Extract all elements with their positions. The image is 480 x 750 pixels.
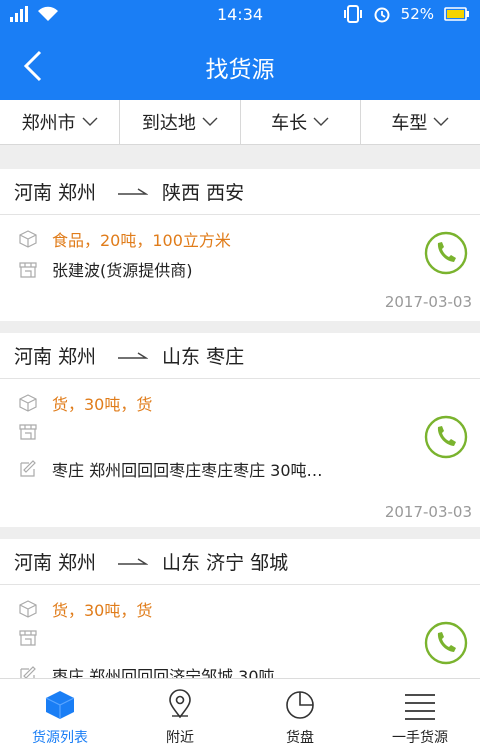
- package-icon: [19, 394, 37, 412]
- route-origin: 河南 郑州: [14, 552, 97, 574]
- note-row: 枣庄 郑州回回回济宁邹城 30吨…: [18, 663, 291, 678]
- filter-truck-length-label: 车长: [271, 113, 308, 134]
- cargo-summary: 货，30吨，货: [52, 395, 153, 414]
- route-arrow-icon: [118, 351, 149, 359]
- cargo-card[interactable]: 河南 郑州 山东 枣庄 货，30吨，货 枣庄 郑州回回回枣庄枣庄枣庄 30吨… …: [0, 333, 480, 527]
- route-destination: 山东 济宁 邹城: [162, 552, 289, 574]
- provider-row: [18, 627, 52, 647]
- filter-truck-length[interactable]: 车长: [241, 100, 361, 144]
- cargo-summary: 货，30吨，货: [52, 601, 153, 620]
- provider-name: 张建波(货源提供商): [52, 261, 193, 280]
- chevron-down-icon: [82, 117, 98, 126]
- nav-bar: 找货源: [0, 30, 480, 100]
- tab-cargo-list[interactable]: 货源列表: [0, 679, 120, 750]
- phone-call-icon[interactable]: [424, 415, 468, 459]
- filter-truck-type[interactable]: 车型: [361, 100, 480, 144]
- bottom-tab-bar: 货源列表 附近 货盘 一手货源: [0, 678, 480, 750]
- filter-destination-label: 到达地: [141, 113, 196, 134]
- cube-icon: [45, 691, 75, 719]
- shop-icon: [19, 630, 37, 646]
- battery-icon: [444, 7, 469, 21]
- alarm-icon: [374, 7, 390, 23]
- tab-cargo-pool[interactable]: 货盘: [240, 679, 360, 750]
- cargo-info-row: 食品，20吨，100立方米: [18, 227, 231, 251]
- post-date: 2017-03-03: [384, 293, 472, 311]
- filter-destination[interactable]: 到达地: [120, 100, 241, 144]
- route-row: 河南 郑州 山东 枣庄: [0, 333, 480, 379]
- route-arrow-icon: [118, 557, 149, 565]
- filter-truck-type-label: 车型: [391, 113, 428, 134]
- route-origin: 河南 郑州: [14, 182, 97, 204]
- cargo-card[interactable]: 河南 郑州 山东 济宁 邹城 货，30吨，货 枣庄 郑州回回回济宁邹城 30吨…: [0, 539, 480, 678]
- route-row: 河南 郑州 山东 济宁 邹城: [0, 539, 480, 585]
- phone-call-icon[interactable]: [424, 621, 468, 665]
- provider-row: 张建波(货源提供商): [18, 257, 193, 281]
- status-bar: 14:34 52%: [0, 0, 480, 30]
- package-icon: [19, 230, 37, 248]
- tab-first-hand-cargo[interactable]: 一手货源: [360, 679, 480, 750]
- chevron-down-icon: [433, 117, 449, 126]
- filter-departure-label: 郑州市: [21, 113, 76, 134]
- provider-row: [18, 421, 52, 441]
- shop-icon: [19, 424, 37, 440]
- battery-percent: 52%: [400, 5, 434, 23]
- cargo-note: 枣庄 郑州回回回济宁邹城 30吨…: [52, 667, 291, 678]
- cargo-card[interactable]: 河南 郑州 陕西 西安 食品，20吨，100立方米 张建波(货源提供商) 201…: [0, 169, 480, 321]
- tab-label: 货盘: [286, 730, 314, 746]
- chevron-down-icon: [202, 117, 218, 126]
- cargo-list: 河南 郑州 陕西 西安 食品，20吨，100立方米 张建波(货源提供商) 201…: [0, 145, 480, 678]
- route-row: 河南 郑州 陕西 西安: [0, 169, 480, 215]
- edit-icon: [20, 666, 36, 678]
- cargo-info-row: 货，30吨，货: [18, 391, 152, 415]
- list-lines-icon: [405, 694, 435, 720]
- location-pin-icon: [169, 689, 191, 719]
- tab-label: 一手货源: [392, 730, 448, 746]
- edit-icon: [20, 460, 36, 477]
- route-destination: 山东 枣庄: [162, 346, 245, 368]
- shop-icon: [19, 262, 37, 278]
- page-title: 找货源: [205, 57, 275, 83]
- cargo-summary: 食品，20吨，100立方米: [52, 231, 231, 250]
- post-date: 2017-03-03: [384, 503, 472, 521]
- filter-departure[interactable]: 郑州市: [0, 100, 121, 144]
- route-origin: 河南 郑州: [14, 346, 97, 368]
- tab-nearby[interactable]: 附近: [120, 679, 240, 750]
- filter-bar: 郑州市 到达地 车长 车型: [0, 100, 480, 145]
- chevron-down-icon: [313, 117, 329, 126]
- tab-label: 货源列表: [32, 730, 88, 746]
- route-destination: 陕西 西安: [162, 182, 245, 204]
- note-row: 枣庄 郑州回回回枣庄枣庄枣庄 30吨…: [18, 457, 323, 481]
- tab-label: 附近: [166, 730, 194, 746]
- cargo-info-row: 货，30吨，货: [18, 597, 152, 621]
- phone-call-icon[interactable]: [424, 231, 468, 275]
- route-arrow-icon: [118, 187, 149, 195]
- pie-chart-icon: [286, 691, 314, 719]
- package-icon: [19, 600, 37, 618]
- cargo-note: 枣庄 郑州回回回枣庄枣庄枣庄 30吨…: [52, 461, 323, 480]
- vibrate-icon: [343, 5, 362, 23]
